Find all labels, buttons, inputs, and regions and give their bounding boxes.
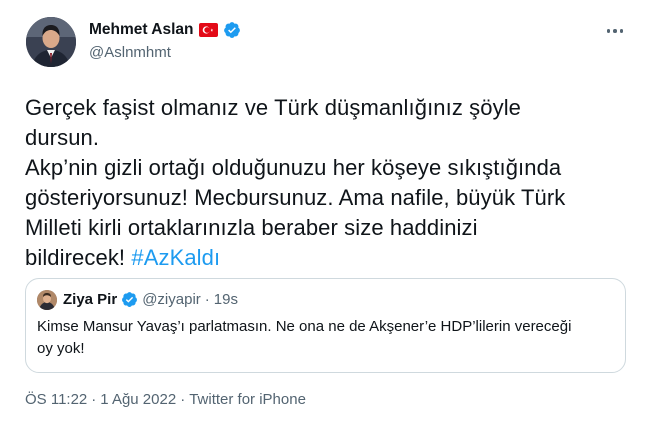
more-dot [606,29,611,33]
tweet-line-last: bildirecek! #AzKaldı [25,243,625,273]
more-options-icon[interactable] [604,22,626,40]
tweet-text: Gerçek faşist olmanız ve Türk düşmanlığı… [25,93,625,273]
verified-badge-icon [223,21,241,39]
tweet-date[interactable]: 1 Ağu 2022 [100,391,176,408]
quoted-separator: · [204,291,210,308]
author-avatar[interactable] [26,17,76,67]
hashtag-link[interactable]: #AzKaldı [131,245,220,270]
tweet-source[interactable]: Twitter for iPhone [189,391,306,408]
footer-separator: · [180,391,186,408]
quoted-tweet[interactable]: Ziya Pir @ziyapir · 19s Kimse Mansur Yav… [25,278,626,373]
tweet: Mehmet Aslan @Aslnmhmt Gerçek faşist olm… [0,0,657,426]
quoted-author-avatar[interactable] [37,290,57,310]
tweet-footer: ÖS 11:22 · 1 Ağu 2022 · Twitter for iPho… [25,391,306,408]
footer-separator: · [91,391,97,408]
turkey-flag-icon [198,23,218,37]
author-handle[interactable]: @Aslnmhmt [89,44,171,61]
quoted-author-handle: @ziyapir [142,291,201,308]
quoted-text: Kimse Mansur Yavaş’ı parlatmasın. Ne ona… [37,316,617,360]
tweet-line: dursun. [25,125,100,150]
author-name-row: Mehmet Aslan [89,21,241,39]
tweet-line: Gerçek faşist olmanız ve Türk düşmanlığı… [25,95,522,120]
quoted-line: oy yok! [37,340,85,357]
more-dot [613,29,617,33]
tweet-line-text: bildirecek! [25,245,132,270]
tweet-line: Akp’nin gizli ortağı olduğunuzu her köşe… [25,155,562,180]
more-dot [619,29,624,33]
tweet-line: gösteriyorsunuz! Mecbursunuz. Ama nafile… [25,185,566,210]
quoted-author-name: Ziya Pir [63,291,118,308]
quoted-line: Kimse Mansur Yavaş’ı parlatmasın. Ne ona… [37,318,572,335]
tweet-time[interactable]: ÖS 11:22 [25,391,87,408]
verified-badge-icon [121,291,138,308]
tweet-line: Milleti kirli ortaklarınızla beraber siz… [25,215,478,240]
author-name[interactable]: Mehmet Aslan [89,21,194,39]
quoted-header: Ziya Pir @ziyapir · 19s [63,291,238,308]
quoted-timestamp: 19s [213,291,238,308]
